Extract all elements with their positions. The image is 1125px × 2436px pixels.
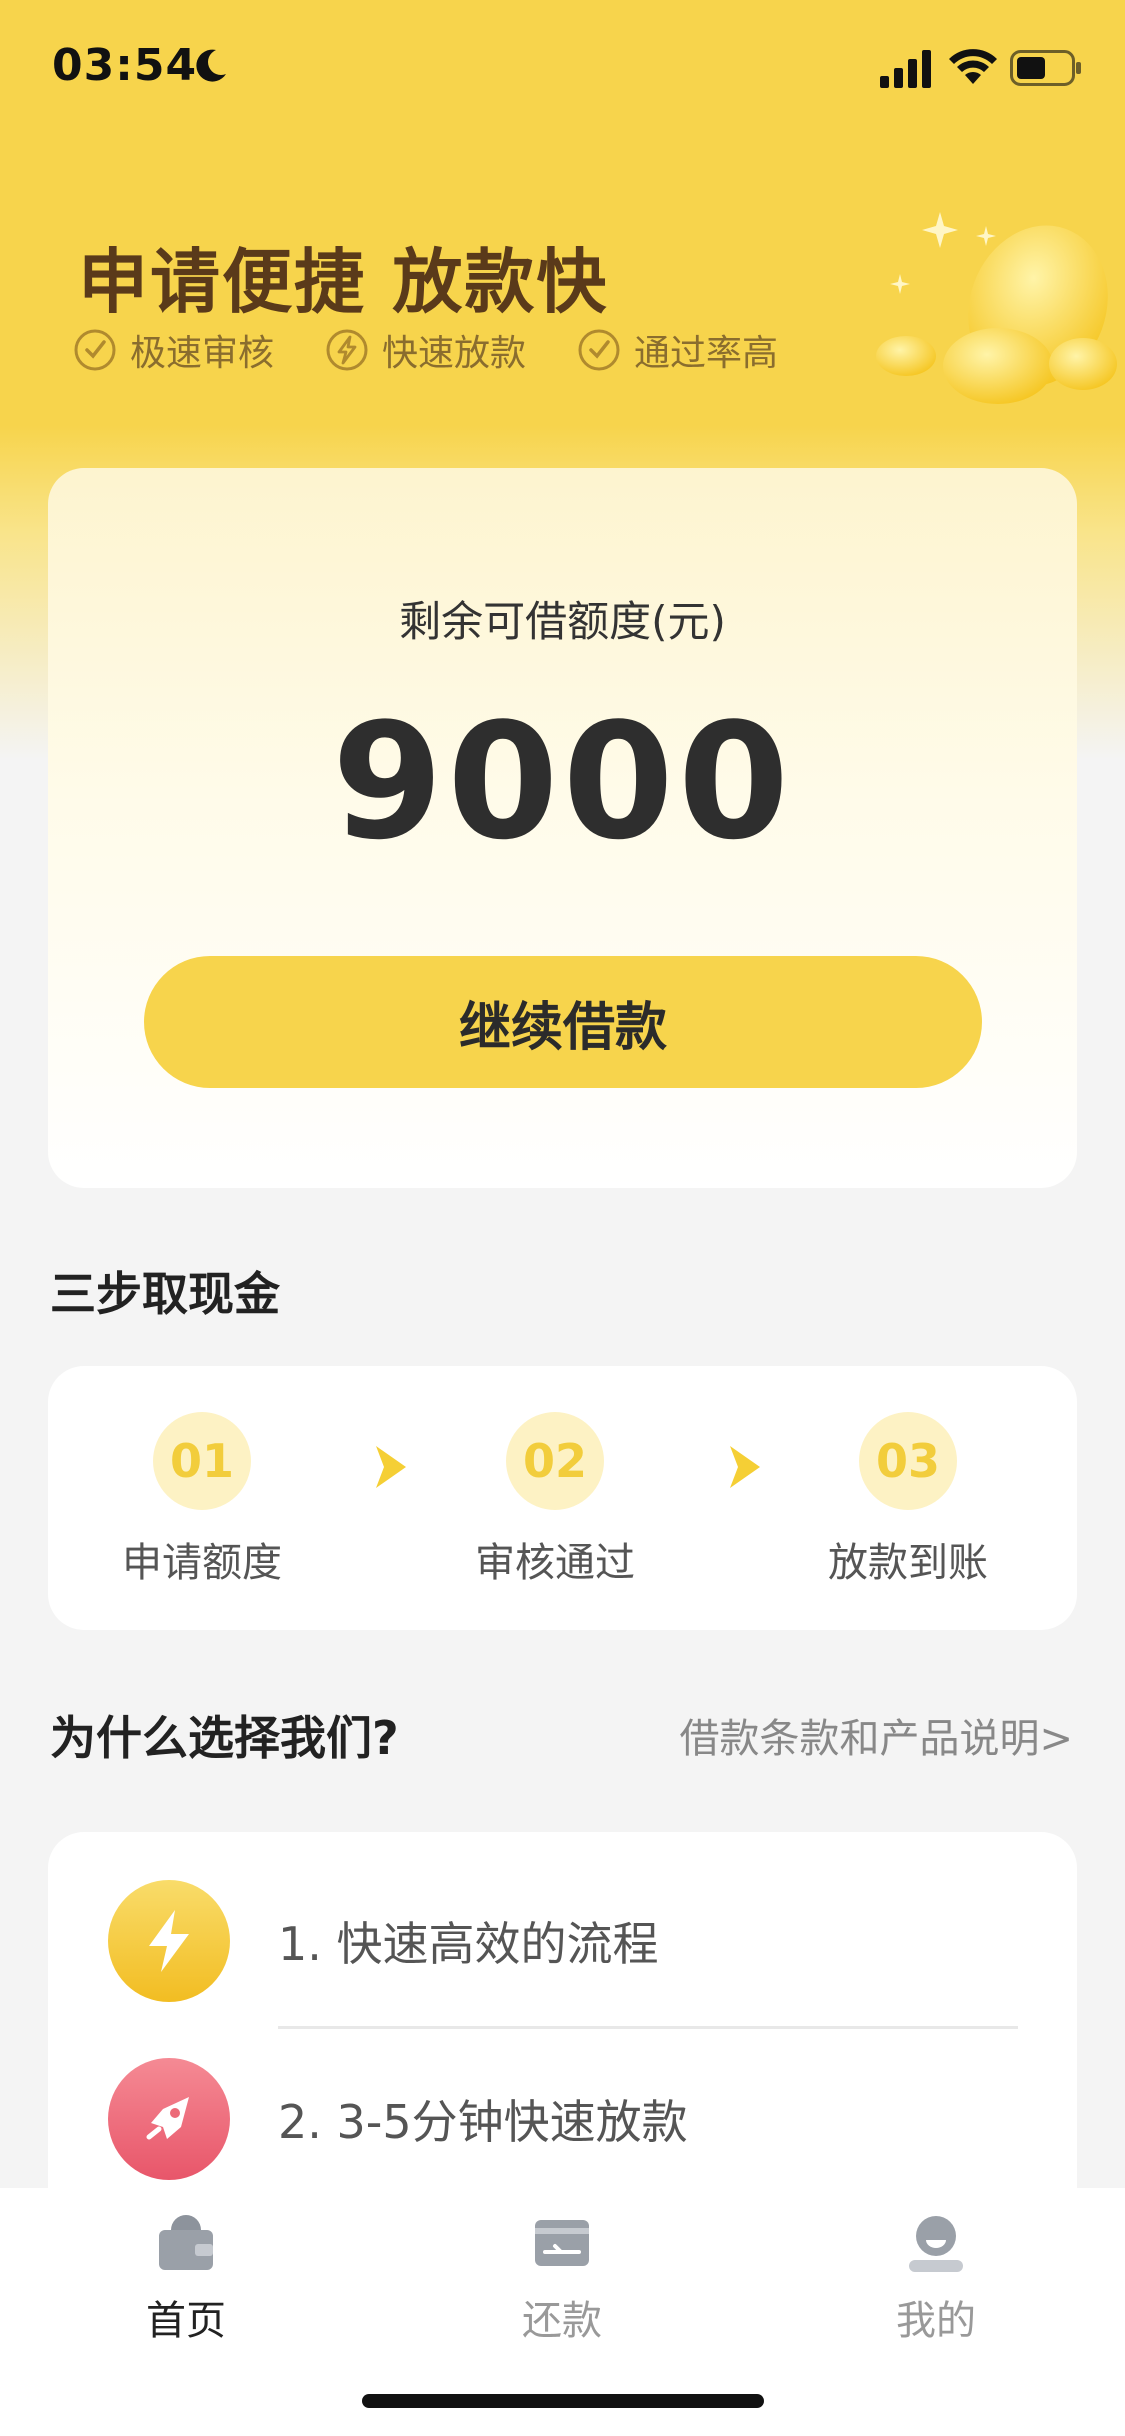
step-label: 放款到账	[828, 1540, 988, 1586]
feature-item: 极速审核	[72, 324, 274, 376]
feature-label: 快速放款	[382, 333, 527, 374]
status-bar: 03:54	[0, 0, 1125, 140]
loan-terms-link[interactable]: 借款条款和产品说明>	[679, 1706, 1073, 1764]
quota-label: 剩余可借额度(元)	[399, 597, 726, 646]
step-number: 02	[506, 1412, 604, 1510]
why-item: 2. 3-5分钟快速放款	[108, 2058, 688, 2180]
wifi-icon	[949, 49, 997, 84]
continue-borrow-button[interactable]: 继续借款	[144, 956, 982, 1088]
step-item: 03 放款到账	[798, 1412, 1018, 1588]
why-item: 1. 快速高效的流程	[108, 1880, 659, 2002]
tab-mine[interactable]: 我的	[826, 2208, 1046, 2346]
step-item: 01 申请额度	[92, 1412, 312, 1588]
why-divider	[278, 2026, 1018, 2029]
step-item: 02 审核通过	[445, 1412, 665, 1588]
tab-label: 首页	[146, 2298, 226, 2344]
hero-title: 申请便捷 放款快	[78, 241, 609, 323]
check-circle-icon	[74, 329, 116, 371]
lightning-icon	[108, 1880, 230, 2002]
user-icon	[909, 2216, 963, 2272]
wallet-icon	[159, 2215, 213, 2270]
signal-icon	[880, 50, 931, 88]
repay-card-icon	[535, 2220, 589, 2266]
feature-item: 通过率高	[576, 324, 778, 376]
step-label: 审核通过	[475, 1540, 635, 1586]
feature-list: 极速审核 快速放款 通过率高	[72, 324, 778, 376]
step-label: 申请额度	[122, 1540, 282, 1586]
why-section-title: 为什么选择我们?	[50, 1711, 399, 1765]
tab-label: 还款	[522, 2298, 602, 2344]
app-screen: 03:54 申请便捷 放款快 极速审核 快速放款 通过率高 剩余可借额度(元) …	[0, 0, 1125, 2436]
feature-label: 通过率高	[634, 333, 779, 374]
step-arrow-icon	[376, 1446, 406, 1488]
feature-label: 极速审核	[130, 333, 275, 374]
step-number: 01	[153, 1412, 251, 1510]
tab-repay[interactable]: 还款	[452, 2208, 672, 2346]
why-item-text: 2. 3-5分钟快速放款	[278, 2095, 688, 2149]
status-time: 03:54	[52, 40, 198, 91]
home-indicator[interactable]	[362, 2394, 764, 2408]
tab-label: 我的	[896, 2298, 976, 2344]
rocket-icon	[108, 2058, 230, 2180]
feature-item: 快速放款	[324, 324, 526, 376]
lightning-circle-icon	[326, 329, 368, 371]
tab-home[interactable]: 首页	[76, 2208, 296, 2346]
steps-section-title: 三步取现金	[50, 1267, 280, 1321]
quota-card: 剩余可借额度(元) 9000 继续借款	[48, 468, 1077, 1188]
mascot-illustration	[876, 212, 1117, 404]
why-item-text: 1. 快速高效的流程	[278, 1917, 659, 1971]
steps-card: 01 申请额度 02 审核通过 03 放款到账	[48, 1366, 1077, 1630]
moon-icon	[196, 49, 226, 82]
quota-amount: 9000	[331, 688, 794, 875]
step-number: 03	[859, 1412, 957, 1510]
battery-icon	[1010, 50, 1081, 86]
step-arrow-icon	[730, 1446, 760, 1488]
check-circle-icon	[578, 329, 620, 371]
